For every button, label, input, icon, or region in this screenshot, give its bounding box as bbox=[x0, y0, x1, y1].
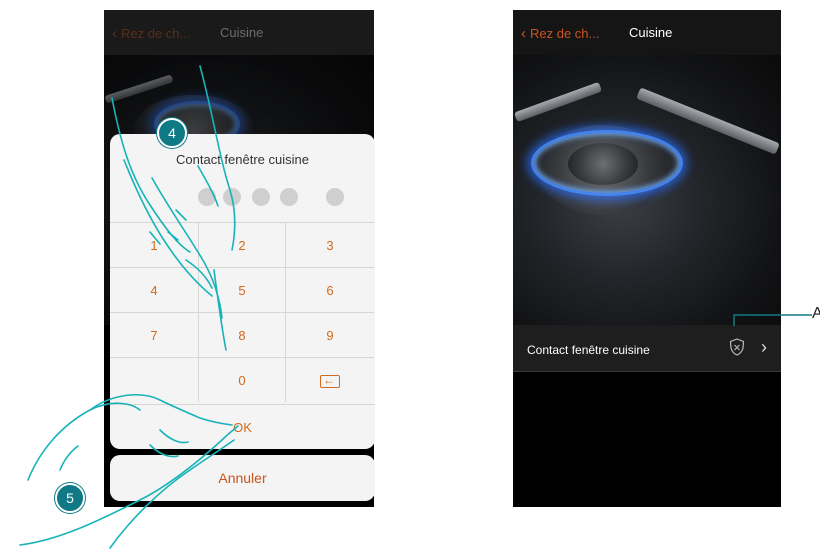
pin-dot bbox=[223, 188, 241, 206]
backspace-button[interactable] bbox=[286, 357, 374, 402]
page-title: Cuisine bbox=[220, 25, 264, 40]
key-empty bbox=[110, 357, 198, 402]
back-button[interactable]: ‹ Rez de ch... bbox=[521, 25, 599, 42]
page-title: Cuisine bbox=[629, 25, 673, 40]
key-8[interactable]: 8 bbox=[198, 312, 286, 357]
back-label: Rez de ch... bbox=[530, 26, 600, 41]
key-3[interactable]: 3 bbox=[286, 222, 374, 267]
key-7[interactable]: 7 bbox=[110, 312, 198, 357]
pin-dot bbox=[252, 188, 270, 206]
callout-label: A bbox=[812, 305, 820, 322]
backspace-icon bbox=[320, 372, 340, 389]
contact-label: Contact fenêtre cuisine bbox=[527, 343, 650, 357]
pin-dot bbox=[326, 188, 344, 206]
step-marker-4: 4 bbox=[157, 118, 187, 148]
key-1[interactable]: 1 bbox=[110, 222, 198, 267]
key-0[interactable]: 0 bbox=[198, 357, 286, 402]
phone-screen-right: ‹ Rez de ch... Cuisine Contact fenêtre cu… bbox=[513, 10, 781, 507]
nav-bar: ‹ Rez de ch... Cuisine bbox=[513, 10, 781, 55]
back-button[interactable]: ‹ Rez de ch... bbox=[112, 25, 190, 42]
key-9[interactable]: 9 bbox=[286, 312, 374, 357]
ok-button[interactable]: OK bbox=[110, 404, 375, 449]
back-label: Rez de ch... bbox=[121, 26, 191, 41]
nav-bar: ‹ Rez de ch... Cuisine bbox=[104, 10, 374, 55]
contact-row[interactable]: Contact fenêtre cuisine › bbox=[513, 325, 781, 372]
pin-dot bbox=[198, 188, 216, 206]
key-4[interactable]: 4 bbox=[110, 267, 198, 312]
chevron-right-icon[interactable]: › bbox=[761, 337, 767, 358]
key-2[interactable]: 2 bbox=[198, 222, 286, 267]
cancel-button[interactable]: Annuler bbox=[110, 455, 375, 501]
chevron-left-icon: ‹ bbox=[521, 25, 526, 42]
pin-dots bbox=[110, 188, 375, 208]
dialog-title: Contact fenêtre cuisine bbox=[176, 152, 309, 167]
key-6[interactable]: 6 bbox=[286, 267, 374, 312]
pin-dot bbox=[280, 188, 298, 206]
chevron-left-icon: ‹ bbox=[112, 25, 117, 42]
pin-dialog: Contact fenêtre cuisine 1 2 3 4 5 6 7 8 … bbox=[110, 134, 375, 449]
stove-photo bbox=[513, 55, 781, 325]
step-marker-5: 5 bbox=[55, 483, 85, 513]
shield-icon bbox=[729, 338, 745, 356]
key-5[interactable]: 5 bbox=[198, 267, 286, 312]
